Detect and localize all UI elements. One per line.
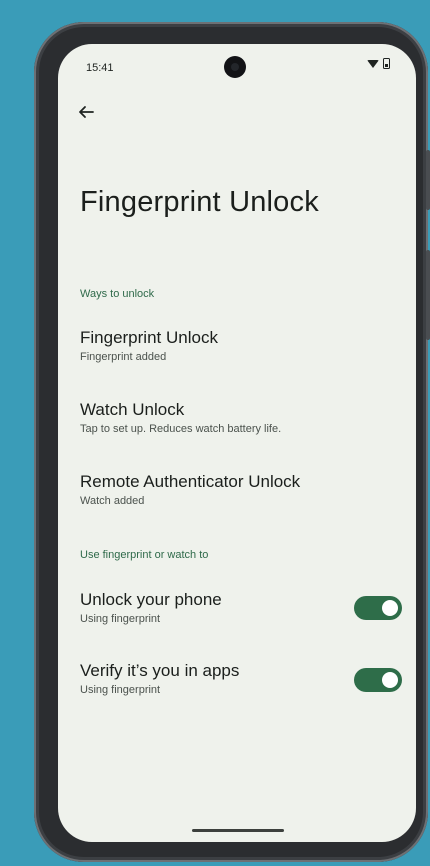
arrow-left-icon	[79, 106, 94, 118]
power-button	[426, 150, 430, 210]
item-subtitle: Tap to set up. Reduces watch battery lif…	[80, 423, 282, 435]
item-title: Fingerprint Unlock	[80, 328, 218, 347]
item-subtitle: Using fingerprint	[80, 613, 161, 625]
volume-button	[426, 250, 430, 340]
battery-icon	[383, 58, 390, 69]
status-icons	[367, 58, 390, 69]
front-camera	[224, 56, 246, 78]
list-item-remote-authenticator-unlock[interactable]: Remote Authenticator Unlock Watch added	[80, 472, 390, 507]
item-subtitle: Using fingerprint	[80, 684, 161, 696]
home-indicator[interactable]	[192, 829, 284, 832]
page-title: Fingerprint Unlock	[80, 186, 319, 218]
item-title: Watch Unlock	[80, 400, 185, 419]
item-title: Remote Authenticator Unlock	[80, 472, 301, 491]
toggle-knob	[382, 600, 398, 616]
list-item-fingerprint-unlock[interactable]: Fingerprint Unlock Fingerprint added	[80, 328, 390, 363]
item-title: Verify it’s you in apps	[80, 661, 240, 680]
phone-screen: 15:41 Fingerprint Unlock Ways to unlock …	[58, 44, 416, 842]
toggle-knob	[382, 672, 398, 688]
list-item-unlock-your-phone[interactable]: Unlock your phone Using fingerprint	[80, 590, 390, 625]
list-item-verify-in-apps[interactable]: Verify it’s you in apps Using fingerprin…	[80, 661, 390, 696]
list-item-watch-unlock[interactable]: Watch Unlock Tap to set up. Reduces watc…	[80, 400, 390, 435]
unlock-phone-toggle[interactable]	[354, 596, 402, 620]
item-subtitle: Watch added	[80, 495, 145, 507]
item-title: Unlock your phone	[80, 590, 222, 609]
item-subtitle: Fingerprint added	[80, 351, 167, 363]
section-header-use-fingerprint: Use fingerprint or watch to	[80, 549, 209, 561]
back-button[interactable]	[74, 100, 98, 124]
section-header-ways-to-unlock: Ways to unlock	[80, 288, 155, 300]
status-time: 15:41	[86, 62, 114, 74]
wifi-icon	[367, 59, 379, 68]
verify-apps-toggle[interactable]	[354, 668, 402, 692]
